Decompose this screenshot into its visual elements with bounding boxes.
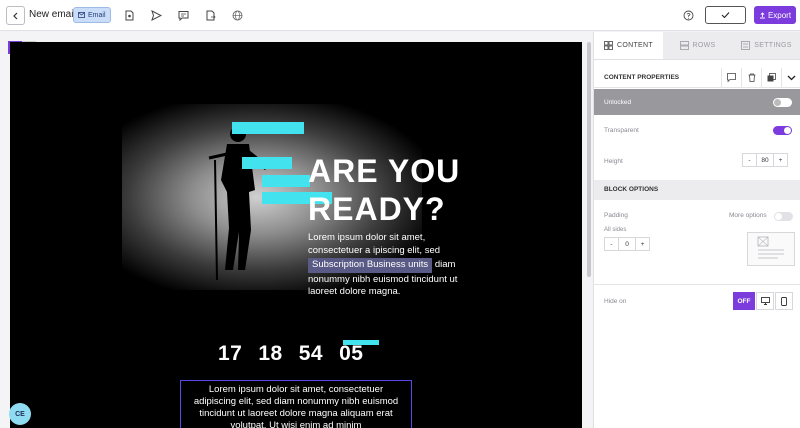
confirm-button[interactable] bbox=[705, 6, 746, 24]
height-stepper[interactable]: - 80 + bbox=[742, 153, 788, 167]
tab-settings[interactable]: SETTINGS bbox=[732, 32, 800, 59]
send-icon[interactable] bbox=[150, 9, 162, 21]
padding-increment-button[interactable]: + bbox=[636, 238, 649, 250]
globe-icon[interactable] bbox=[231, 9, 243, 21]
properties-panel: CONTENT ROWS SETTINGS CONTENT PROPERTIES… bbox=[593, 32, 800, 428]
rows-icon bbox=[679, 41, 689, 50]
editor-canvas: ARE YOU READY? Lorem ipsum dolor sit ame… bbox=[0, 32, 592, 428]
desktop-icon bbox=[760, 297, 770, 305]
block-options-title: BLOCK OPTIONS bbox=[604, 186, 659, 193]
toggle-knob bbox=[774, 99, 781, 106]
tab-content-label: CONTENT bbox=[617, 42, 653, 49]
email-badge-label: Email bbox=[88, 11, 106, 19]
toggle-knob bbox=[775, 213, 782, 220]
hero-headline[interactable]: ARE YOU READY? bbox=[308, 152, 460, 228]
help-icon[interactable] bbox=[682, 9, 694, 21]
accent-bar bbox=[242, 157, 292, 169]
hide-on-row: Hide on OFF bbox=[594, 284, 800, 318]
avatar[interactable]: CE bbox=[9, 403, 31, 425]
height-value[interactable]: 80 bbox=[756, 154, 774, 166]
export-label: Export bbox=[767, 10, 792, 20]
email-body: ARE YOU READY? Lorem ipsum dolor sit ame… bbox=[10, 42, 582, 428]
file-export-icon[interactable] bbox=[204, 9, 216, 21]
settings-icon bbox=[741, 41, 751, 50]
hide-mobile-button[interactable] bbox=[775, 292, 793, 310]
content-properties-header: CONTENT PROPERTIES bbox=[594, 67, 800, 88]
page-title: New email bbox=[29, 9, 76, 20]
export-button[interactable]: Export bbox=[754, 6, 796, 24]
height-label: Height bbox=[604, 158, 623, 165]
headline-line-2: READY? bbox=[308, 191, 446, 227]
check-icon bbox=[721, 12, 730, 19]
transparent-row: Transparent bbox=[594, 117, 800, 145]
back-button[interactable] bbox=[6, 6, 25, 25]
hide-off-button[interactable]: OFF bbox=[733, 292, 755, 310]
mail-icon bbox=[78, 12, 85, 18]
comment-icon[interactable] bbox=[177, 9, 189, 21]
unlocked-row: Unlocked bbox=[594, 89, 800, 115]
hide-on-label: Hide on bbox=[604, 298, 627, 305]
padding-decrement-button[interactable]: - bbox=[605, 238, 618, 250]
countdown-days: 17 bbox=[218, 342, 243, 365]
paragraph-text: Lorem ipsum dolor sit amet, consectetuer… bbox=[308, 232, 441, 256]
accent-bar bbox=[262, 175, 310, 187]
grid-icon bbox=[604, 41, 613, 50]
more-options-label: More options bbox=[729, 212, 767, 219]
height-decrement-button[interactable]: - bbox=[743, 154, 756, 166]
all-sides-label: All sides bbox=[604, 227, 627, 233]
upload-icon bbox=[759, 11, 765, 18]
countdown-hours: 18 bbox=[258, 342, 283, 365]
accent-bar bbox=[232, 122, 304, 134]
tab-content[interactable]: CONTENT bbox=[594, 32, 663, 59]
more-options-toggle[interactable] bbox=[774, 212, 793, 221]
unlocked-toggle[interactable] bbox=[773, 98, 792, 107]
tab-rows-label: ROWS bbox=[692, 42, 716, 49]
padding-preview-icon bbox=[747, 232, 795, 266]
countdown-timer[interactable]: 17 18 54 05 bbox=[218, 342, 363, 366]
unlocked-label: Unlocked bbox=[604, 99, 632, 106]
chevron-down-icon[interactable] bbox=[781, 67, 800, 88]
merge-tag[interactable]: Subscription Business units bbox=[308, 258, 433, 273]
content-properties-title: CONTENT PROPERTIES bbox=[604, 74, 680, 81]
top-bar: New email Email Export bbox=[0, 0, 800, 31]
chevron-left-icon bbox=[12, 12, 17, 19]
comment-icon[interactable] bbox=[721, 67, 741, 88]
duplicate-icon[interactable] bbox=[761, 67, 781, 88]
hide-desktop-button[interactable] bbox=[756, 292, 774, 310]
transparent-label: Transparent bbox=[604, 127, 639, 134]
countdown-minutes: 54 bbox=[298, 342, 324, 365]
tab-rows[interactable]: ROWS bbox=[663, 32, 732, 59]
toggle-knob bbox=[784, 127, 791, 134]
padding-stepper[interactable]: - 0 + bbox=[604, 237, 650, 251]
canvas-scrollbar[interactable] bbox=[587, 42, 591, 277]
trash-icon[interactable] bbox=[741, 67, 761, 88]
block-options-header: BLOCK OPTIONS bbox=[594, 180, 800, 200]
panel-tabs: CONTENT ROWS SETTINGS bbox=[594, 32, 800, 60]
document-icon[interactable] bbox=[123, 9, 135, 21]
headline-line-1: ARE YOU bbox=[308, 153, 461, 189]
email-badge: Email bbox=[73, 7, 111, 23]
padding-label: Padding bbox=[604, 212, 628, 219]
tab-settings-label: SETTINGS bbox=[754, 42, 792, 49]
mobile-icon bbox=[781, 296, 787, 306]
selected-text-block[interactable]: Lorem ipsum dolor sit amet, consectetuer… bbox=[180, 380, 412, 428]
height-row: Height - 80 + bbox=[594, 147, 800, 177]
padding-value[interactable]: 0 bbox=[618, 238, 636, 250]
hero-paragraph[interactable]: Lorem ipsum dolor sit amet, consectetuer… bbox=[308, 232, 468, 299]
height-increment-button[interactable]: + bbox=[774, 154, 787, 166]
transparent-toggle[interactable] bbox=[773, 126, 792, 135]
countdown-seconds: 05 bbox=[339, 342, 364, 365]
